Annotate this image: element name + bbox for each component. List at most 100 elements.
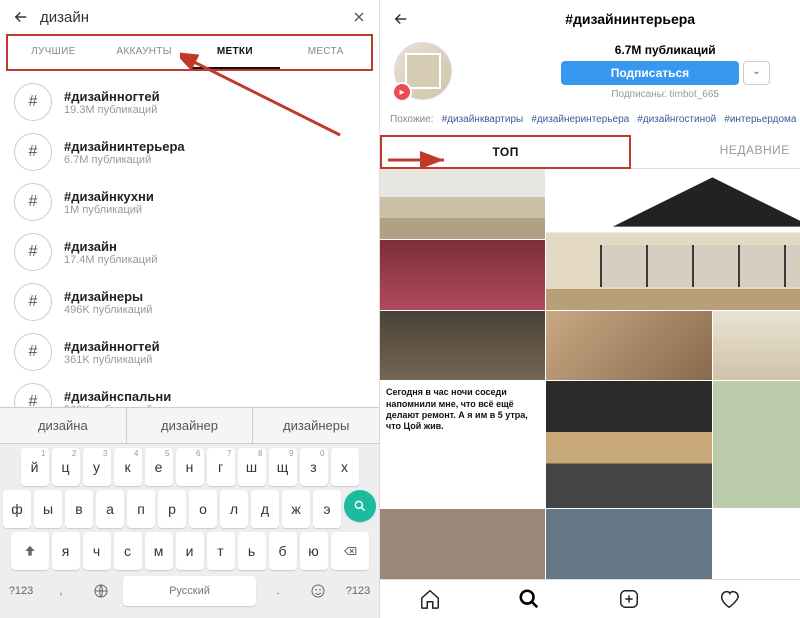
key-numlayer[interactable]: ?123 — [3, 574, 39, 608]
hashtag-count: 6.7M публикаций — [64, 154, 185, 166]
list-item[interactable]: # #дизайнинтерьера 6.7M публикаций — [0, 127, 379, 177]
key-numlayer-right[interactable]: ?123 — [340, 574, 376, 608]
key-п[interactable]: п — [127, 490, 155, 528]
key-д[interactable]: д — [251, 490, 279, 528]
post-thumbnail[interactable] — [380, 509, 545, 579]
post-thumbnail[interactable]: Сегодня в час ночи соседи напомнили мне,… — [380, 381, 545, 508]
tab-tags[interactable]: МЕТКИ — [190, 36, 281, 69]
key-щ[interactable]: щ9 — [269, 448, 297, 486]
key-а[interactable]: а — [96, 490, 124, 528]
post-thumbnail[interactable] — [546, 381, 711, 508]
list-item-text: #дизайн 17.4M публикаций — [64, 239, 157, 266]
key-м[interactable]: м — [145, 532, 173, 570]
subscribe-button[interactable]: Подписаться — [561, 61, 739, 85]
hash-icon: # — [14, 333, 52, 371]
globe-icon[interactable] — [83, 574, 119, 608]
search-enter-icon[interactable] — [344, 490, 376, 522]
list-item[interactable]: # #дизайнкухни 1M публикаций — [0, 177, 379, 227]
post-thumbnail[interactable] — [546, 169, 800, 310]
key-у[interactable]: у3 — [83, 448, 111, 486]
tab-top[interactable]: ЛУЧШИЕ — [8, 36, 99, 69]
key-space[interactable]: Русский — [123, 576, 256, 606]
key-к[interactable]: к4 — [114, 448, 142, 486]
key-т[interactable]: т — [207, 532, 235, 570]
key-й[interactable]: й1 — [21, 448, 49, 486]
list-item[interactable]: # #дизайнногтей 361K публикаций — [0, 327, 379, 377]
hashtag-count: 19.3M публикаций — [64, 104, 160, 116]
hashtag-header: #дизайнинтерьера — [380, 0, 800, 38]
post-thumbnail[interactable] — [380, 169, 545, 239]
shift-icon[interactable] — [11, 532, 49, 570]
list-item-text: #дизайнногтей 19.3M публикаций — [64, 89, 160, 116]
tab-accounts[interactable]: АККАУНТЫ — [99, 36, 190, 69]
search-icon[interactable] — [518, 588, 540, 610]
bottom-nav — [380, 579, 800, 618]
suggestion[interactable]: дизайнер — [127, 408, 254, 443]
key-ц[interactable]: ц2 — [52, 448, 80, 486]
chevron-down-icon[interactable]: ⌄ — [743, 61, 769, 85]
tab-recent-posts[interactable]: НЕДАВНИЕ — [631, 135, 800, 169]
search-input[interactable] — [40, 9, 341, 26]
post-thumbnail[interactable] — [380, 311, 545, 381]
key-я[interactable]: я — [52, 532, 80, 570]
list-item[interactable]: # #дизайнногтей 19.3M публикаций — [0, 77, 379, 127]
key-б[interactable]: б — [269, 532, 297, 570]
suggestion[interactable]: дизайнеры — [253, 408, 379, 443]
key-з[interactable]: з0 — [300, 448, 328, 486]
key-г[interactable]: г7 — [207, 448, 235, 486]
list-item[interactable]: # #дизайнеры 496K публикаций — [0, 277, 379, 327]
heart-icon[interactable] — [718, 588, 740, 610]
key-с[interactable]: с — [114, 532, 142, 570]
add-icon[interactable] — [618, 588, 640, 610]
avatar-wrap: ▸ — [394, 42, 452, 100]
clear-icon[interactable] — [351, 9, 367, 25]
related-tag[interactable]: #дизайнгостиной — [637, 114, 716, 125]
post-thumbnail[interactable] — [546, 311, 711, 381]
hash-icon: # — [14, 133, 52, 171]
key-х[interactable]: х — [331, 448, 359, 486]
key-ы[interactable]: ы — [34, 490, 62, 528]
key-ж[interactable]: ж — [282, 490, 310, 528]
related-tag[interactable]: #дизайнеринтерьера — [531, 114, 629, 125]
tab-places[interactable]: МЕСТА — [280, 36, 371, 69]
key-в[interactable]: в — [65, 490, 93, 528]
story-badge-icon[interactable]: ▸ — [392, 82, 412, 102]
key-ф[interactable]: ф — [3, 490, 31, 528]
related-tag[interactable]: #дизайнквартиры — [442, 114, 524, 125]
key-р[interactable]: р — [158, 490, 186, 528]
list-item[interactable]: # #дизайнспальни 569K публикаций — [0, 377, 379, 407]
list-item[interactable]: # #дизайн 17.4M публикаций — [0, 227, 379, 277]
search-bar — [0, 0, 379, 34]
key-н[interactable]: н6 — [176, 448, 204, 486]
key-е[interactable]: е5 — [145, 448, 173, 486]
key-comma[interactable]: , — [43, 574, 79, 608]
key-ш[interactable]: ш8 — [238, 448, 266, 486]
back-icon[interactable] — [12, 8, 30, 26]
related-tag[interactable]: #интерьердома — [724, 114, 796, 125]
feed-tabs: ТОП НЕДАВНИЕ — [380, 135, 800, 169]
key-ь[interactable]: ь — [238, 532, 266, 570]
hashtag-name: #дизайнспальни — [64, 389, 171, 404]
key-о[interactable]: о — [189, 490, 217, 528]
key-э[interactable]: э — [313, 490, 341, 528]
key-ч[interactable]: ч — [83, 532, 111, 570]
back-icon[interactable] — [392, 10, 410, 28]
suggestion[interactable]: дизайна — [0, 408, 127, 443]
emoji-icon[interactable] — [300, 574, 336, 608]
backspace-icon[interactable] — [331, 532, 369, 570]
hashtag-name: #дизайнинтерьера — [64, 139, 185, 154]
hashtag-name: #дизайнеры — [64, 289, 152, 304]
key-period[interactable]: . — [260, 574, 296, 608]
left-panel: ЛУЧШИЕ АККАУНТЫ МЕТКИ МЕСТА # #дизайнног… — [0, 0, 380, 618]
key-л[interactable]: л — [220, 490, 248, 528]
post-thumbnail[interactable] — [713, 311, 800, 381]
post-thumbnail[interactable] — [713, 381, 800, 508]
keyboard: й1ц2у3к4е5н6г7ш8щ9з0х фывапролджэ ячсмит… — [0, 444, 379, 618]
post-thumbnail[interactable] — [380, 240, 545, 310]
key-ю[interactable]: ю — [300, 532, 328, 570]
key-и[interactable]: и — [176, 532, 204, 570]
tab-top-posts[interactable]: ТОП — [380, 135, 631, 169]
home-icon[interactable] — [419, 588, 441, 610]
post-thumbnail[interactable] — [546, 509, 711, 579]
hashtag-name: #дизайнногтей — [64, 89, 160, 104]
